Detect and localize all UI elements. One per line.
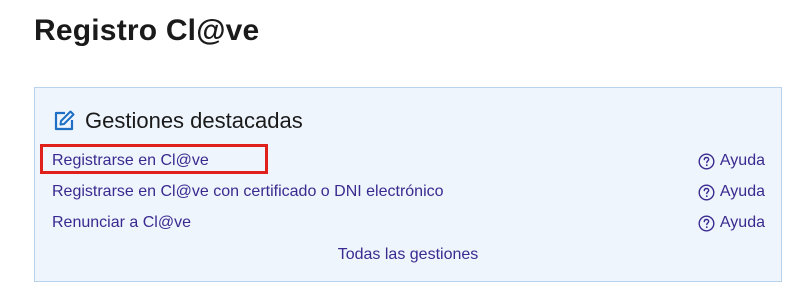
help-link[interactable]: Ayuda [698, 181, 765, 203]
help-icon [698, 183, 715, 201]
help-link[interactable]: Ayuda [698, 212, 765, 234]
panel-title: Gestiones destacadas [85, 108, 303, 133]
panel-header: Gestiones destacadas [52, 106, 303, 136]
featured-procedures-panel: Gestiones destacadas Registrarse en Cl@v… [34, 87, 782, 282]
help-icon [698, 214, 715, 232]
help-label: Ayuda [719, 152, 765, 169]
all-procedures-link[interactable]: Todas las gestiones [35, 244, 781, 266]
list-item: Registrarse en Cl@ve con certificado o D… [52, 181, 765, 203]
register-clave-certificate-link[interactable]: Registrarse en Cl@ve con certificado o D… [52, 181, 444, 203]
help-label: Ayuda [719, 214, 765, 231]
list-item: Registrarse en Cl@ve Ayuda [40, 144, 765, 174]
help-icon [698, 152, 715, 170]
help-label: Ayuda [719, 183, 765, 200]
register-clave-link[interactable]: Registrarse en Cl@ve [52, 150, 209, 172]
list-item: Renunciar a Cl@ve Ayuda [52, 212, 765, 234]
page-title: Registro Cl@ve [34, 14, 260, 47]
renounce-clave-link[interactable]: Renunciar a Cl@ve [52, 212, 191, 234]
help-link[interactable]: Ayuda [698, 150, 765, 172]
edit-icon [52, 109, 76, 133]
